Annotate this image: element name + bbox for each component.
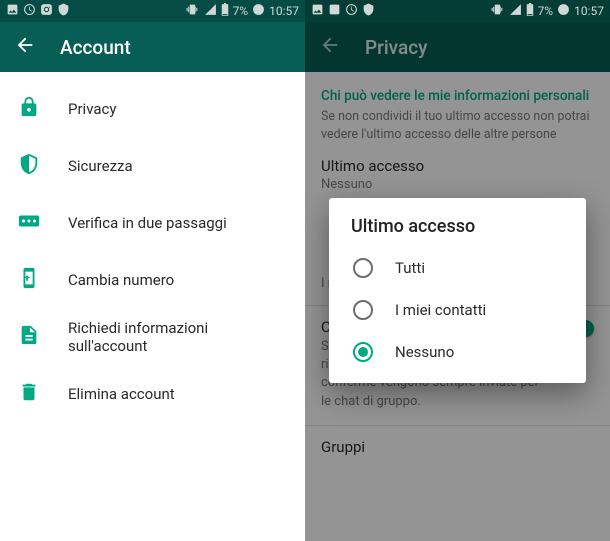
battery-text: 7% <box>538 4 554 18</box>
notif-shield-icon <box>362 3 375 19</box>
shield-icon <box>18 153 40 179</box>
notif-clock-icon <box>345 3 358 19</box>
radio-label: I miei contatti <box>395 301 486 319</box>
battery-text: 7% <box>233 4 249 18</box>
battery-icon <box>221 3 229 19</box>
phone-swap-icon <box>18 267 40 293</box>
account-menu: Privacy Sicurezza Verifica in due passag… <box>0 72 305 422</box>
time-text: 10:57 <box>574 4 604 18</box>
status-bar: 7% 10:57 <box>305 0 610 22</box>
clock-icon <box>252 3 265 19</box>
menu-label: Sicurezza <box>68 157 133 175</box>
notif-clock-icon <box>23 3 36 19</box>
back-icon[interactable] <box>14 34 36 60</box>
menu-item-delete-account[interactable]: Elimina account <box>0 365 305 422</box>
time-text: 10:57 <box>269 4 299 18</box>
radio-option-my-contacts[interactable]: I miei contatti <box>329 289 586 331</box>
menu-item-change-number[interactable]: Cambia numero <box>0 251 305 308</box>
menu-label: Privacy <box>68 100 116 118</box>
menu-item-request-info[interactable]: Richiedi informazioni sull'account <box>0 308 305 365</box>
notif-image-icon <box>6 3 19 19</box>
page-title: Account <box>60 36 131 59</box>
privacy-screen: 7% 10:57 Privacy Chi può vedere le mie i… <box>305 0 610 541</box>
notif-instagram-icon <box>40 3 53 19</box>
radio-icon <box>353 342 373 362</box>
menu-label: Verifica in due passaggi <box>68 214 227 232</box>
notif-shield-icon <box>57 3 70 19</box>
menu-label: Elimina account <box>68 385 175 403</box>
menu-item-privacy[interactable]: Privacy <box>0 80 305 137</box>
menu-item-security[interactable]: Sicurezza <box>0 137 305 194</box>
trash-icon <box>18 381 40 407</box>
vibrate-icon <box>185 3 200 19</box>
clock-icon <box>557 3 570 19</box>
radio-label: Nessuno <box>395 343 454 361</box>
notif-app-icon <box>328 3 341 19</box>
app-bar: Account <box>0 22 305 72</box>
dialog-title: Ultimo accesso <box>329 216 586 247</box>
dots-pin-icon <box>18 212 40 234</box>
lock-icon <box>18 96 40 122</box>
radio-option-everyone[interactable]: Tutti <box>329 247 586 289</box>
radio-icon <box>353 258 373 278</box>
signal-icon <box>509 3 522 19</box>
last-seen-dialog: Ultimo accesso Tutti I miei contatti Nes… <box>329 198 586 383</box>
battery-icon <box>526 3 534 19</box>
status-bar: 7% 10:57 <box>0 0 305 22</box>
vibrate-icon <box>490 3 505 19</box>
signal-icon <box>204 3 217 19</box>
radio-icon <box>353 300 373 320</box>
radio-option-nobody[interactable]: Nessuno <box>329 331 586 373</box>
notif-image-icon <box>311 3 324 19</box>
radio-label: Tutti <box>395 259 425 277</box>
document-icon <box>18 324 40 350</box>
menu-item-two-step[interactable]: Verifica in due passaggi <box>0 194 305 251</box>
menu-label: Cambia numero <box>68 271 174 289</box>
account-screen: 7% 10:57 Account Privacy Sicurezza Verif… <box>0 0 305 541</box>
menu-label: Richiedi informazioni sull'account <box>68 319 287 355</box>
